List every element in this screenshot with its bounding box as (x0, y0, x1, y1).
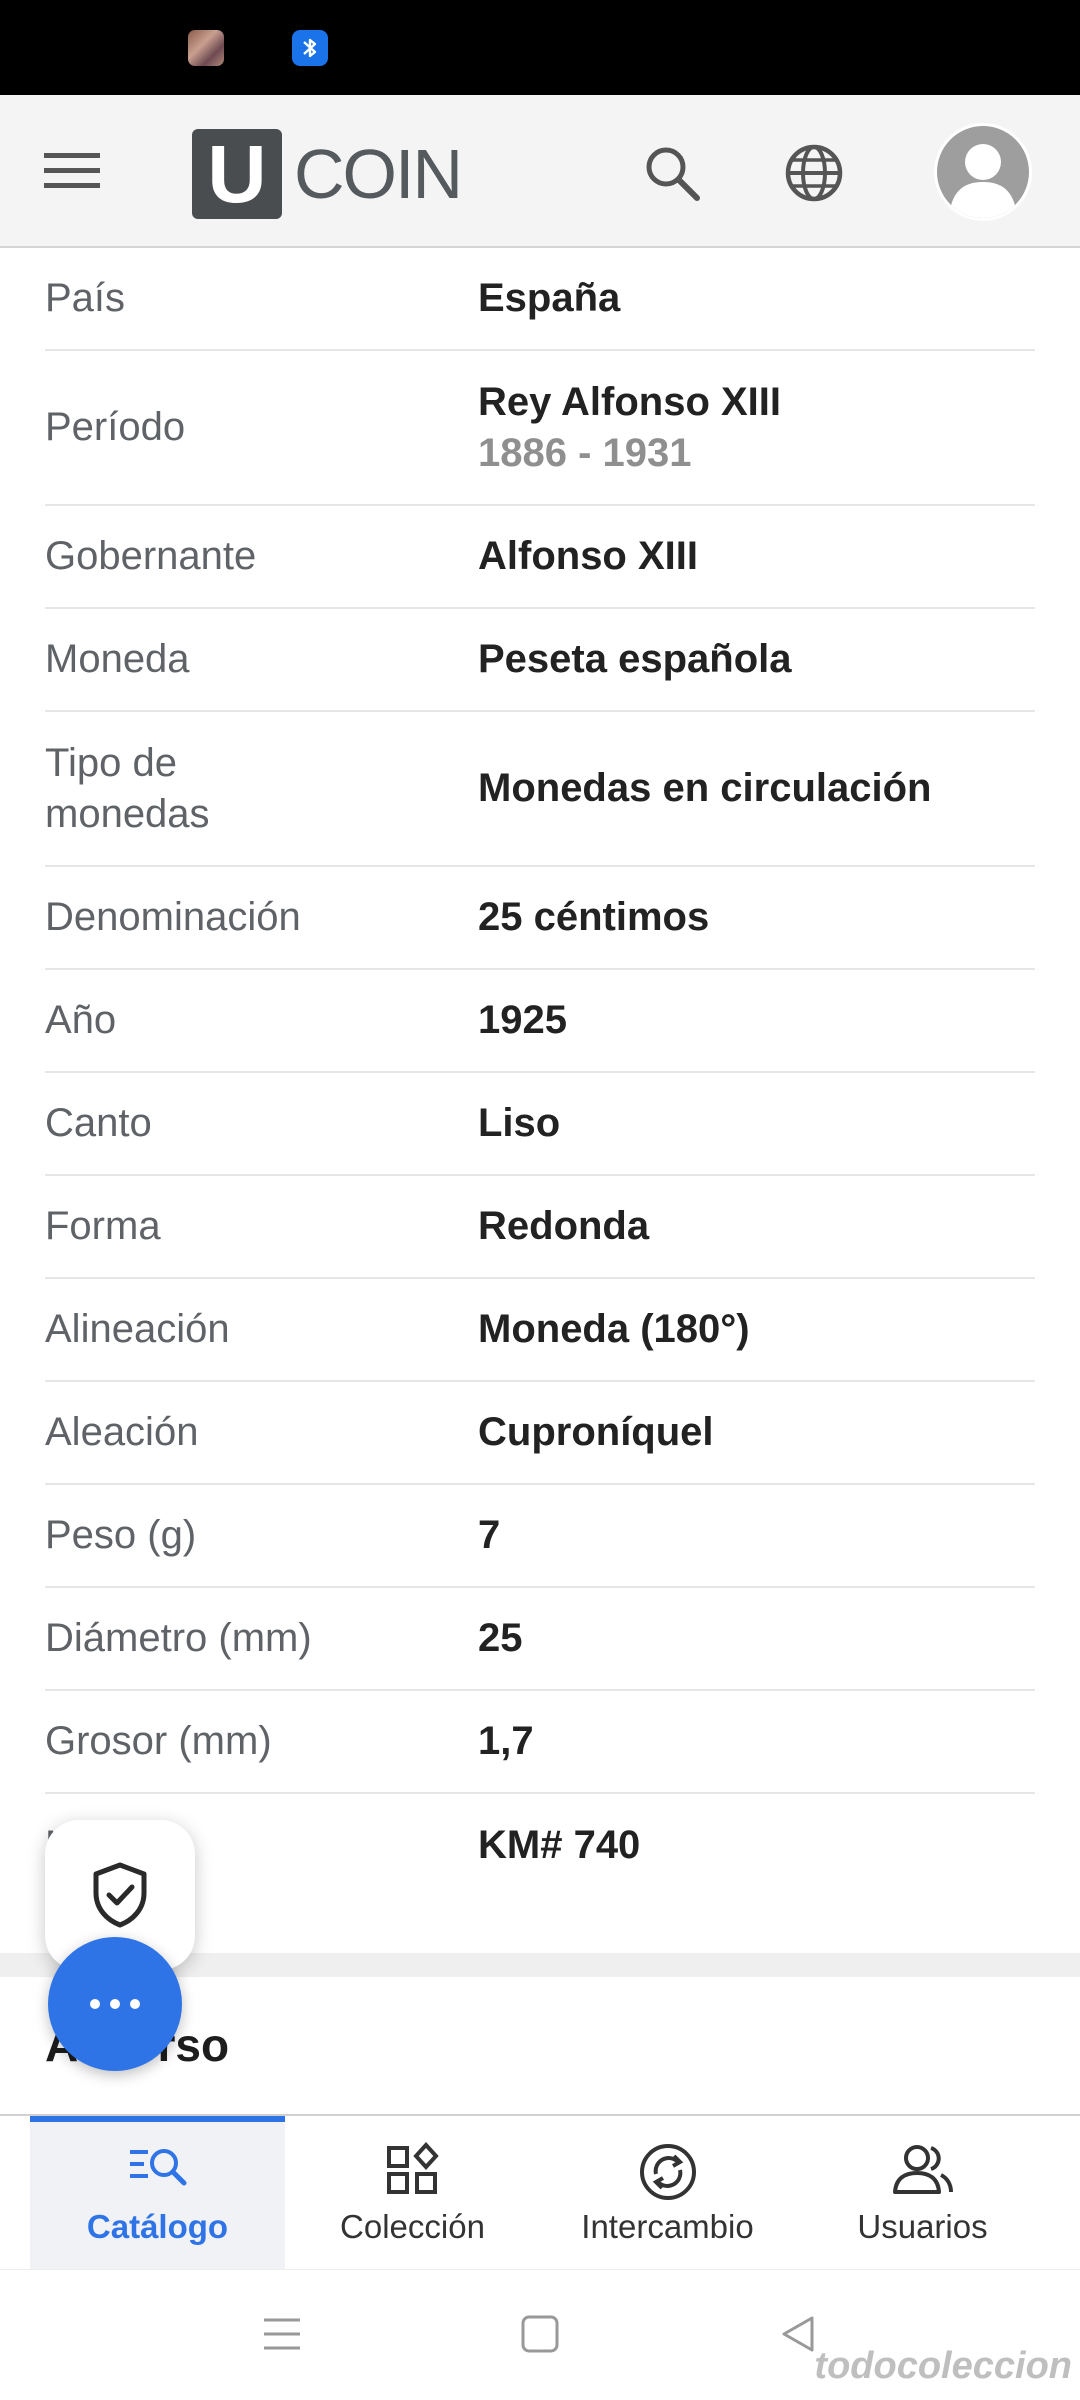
logo-text: COIN (294, 135, 463, 213)
search-icon[interactable] (642, 143, 702, 208)
users-icon (892, 2145, 953, 2194)
detail-value: Moneda (180°) (478, 1307, 750, 1351)
detail-sub-value: 1886 - 1931 (478, 430, 692, 475)
nav-label: Intercambio (581, 2208, 754, 2245)
detail-row-periodo: Período Rey Alfonso XIII 1886 - 1931 (45, 351, 1035, 506)
menu-icon[interactable] (44, 151, 100, 196)
detail-row-grosor: Grosor (mm) 1,7 (45, 1691, 1035, 1794)
detail-row-canto: Canto Liso (45, 1073, 1035, 1176)
coin-details-table: País España Período Rey Alfonso XIII 188… (45, 248, 1035, 1897)
avatar[interactable] (934, 123, 1032, 221)
nav-label: Catálogo (86, 2208, 229, 2245)
nav-label: Usuarios (857, 2208, 988, 2245)
more-actions-button[interactable] (48, 1937, 182, 2071)
detail-value: 25 (478, 1616, 523, 1660)
detail-row-pais: País España (45, 248, 1035, 351)
exchange-icon (639, 2144, 696, 2200)
detail-row-denominacion: Denominación 25 céntimos (45, 867, 1035, 970)
detail-value[interactable]: Peseta española (478, 634, 1035, 685)
recent-apps-button[interactable] (262, 2314, 302, 2359)
detail-label: Forma (45, 1204, 161, 1248)
more-dots-icon (90, 1999, 140, 2009)
detail-label: Alineación (45, 1307, 230, 1351)
notification-thumbnail-icon (188, 30, 224, 66)
detail-value: Liso (478, 1101, 561, 1145)
detail-row-gobernante: Gobernante Alfonso XIII (45, 506, 1035, 609)
nav-label: Colección (340, 2208, 485, 2245)
detail-label: Moneda (45, 637, 190, 681)
bottom-navigation: Catálogo Colección Intercambio Usuarios (0, 2114, 1080, 2269)
detail-label: Tipo de monedas (45, 740, 210, 836)
catalog-search-icon (129, 2149, 186, 2186)
detail-label: Aleación (45, 1410, 199, 1454)
nav-item-catalogo[interactable]: Catálogo (30, 2116, 285, 2269)
detail-value: 1,7 (478, 1719, 534, 1763)
detail-row-moneda: Moneda Peseta española (45, 609, 1035, 712)
detail-row-peso: Peso (g) 7 (45, 1485, 1035, 1588)
home-button[interactable] (520, 2314, 560, 2359)
detail-label: Año (45, 998, 117, 1042)
detail-value: 7 (478, 1513, 501, 1557)
logo-mark: U (192, 129, 282, 220)
back-triangle-icon (782, 2316, 814, 2352)
detail-value[interactable]: Rey Alfonso XIII (478, 380, 781, 424)
back-button[interactable] (778, 2314, 818, 2359)
bluetooth-icon (292, 30, 328, 66)
detail-label: Diámetro (mm) (45, 1616, 312, 1660)
detail-row-aleacion: Aleación Cuproníquel (45, 1382, 1035, 1485)
watermark: todocoleccion (814, 2345, 1072, 2387)
detail-row-alineacion: Alineación Moneda (180°) (45, 1279, 1035, 1382)
detail-label: Gobernante (45, 534, 257, 578)
detail-value[interactable]: Monedas en circulación (478, 763, 1035, 814)
detail-label: Canto (45, 1101, 152, 1145)
recents-icon (264, 2318, 300, 2350)
detail-label: País (45, 276, 126, 320)
home-square-icon (521, 2315, 559, 2353)
detail-label: Denominación (45, 895, 301, 939)
ucoin-logo[interactable]: U COIN (192, 129, 463, 220)
nav-item-usuarios[interactable]: Usuarios (795, 2116, 1050, 2269)
shield-check-icon (93, 1862, 147, 1928)
detail-value[interactable]: Alfonso XIII (478, 531, 1035, 582)
globe-icon[interactable] (784, 143, 844, 208)
detail-label: Período (45, 405, 186, 449)
detail-row-tipo: Tipo de monedas Monedas en circulación (45, 712, 1035, 867)
detail-row-diametro: Diámetro (mm) 25 (45, 1588, 1035, 1691)
detail-value[interactable]: 25 céntimos (478, 892, 1035, 943)
detail-value[interactable]: España (478, 273, 1035, 324)
detail-value[interactable]: 1925 (478, 995, 1035, 1046)
nav-item-intercambio[interactable]: Intercambio (540, 2116, 795, 2269)
detail-value-group[interactable]: Rey Alfonso XIII 1886 - 1931 (478, 377, 1035, 479)
app-header: U COIN (0, 95, 1080, 248)
detail-value[interactable]: KM# 740 (478, 1820, 1035, 1871)
collection-icon (386, 2142, 439, 2194)
status-bar (0, 0, 1080, 95)
detail-value[interactable]: Cuproníquel (478, 1407, 1035, 1458)
detail-label: Peso (g) (45, 1513, 197, 1557)
detail-value[interactable]: Redonda (478, 1201, 1035, 1252)
detail-row-forma: Forma Redonda (45, 1176, 1035, 1279)
nav-item-coleccion[interactable]: Colección (285, 2116, 540, 2269)
detail-row-ano: Año 1925 (45, 970, 1035, 1073)
detail-label: Grosor (mm) (45, 1719, 272, 1763)
